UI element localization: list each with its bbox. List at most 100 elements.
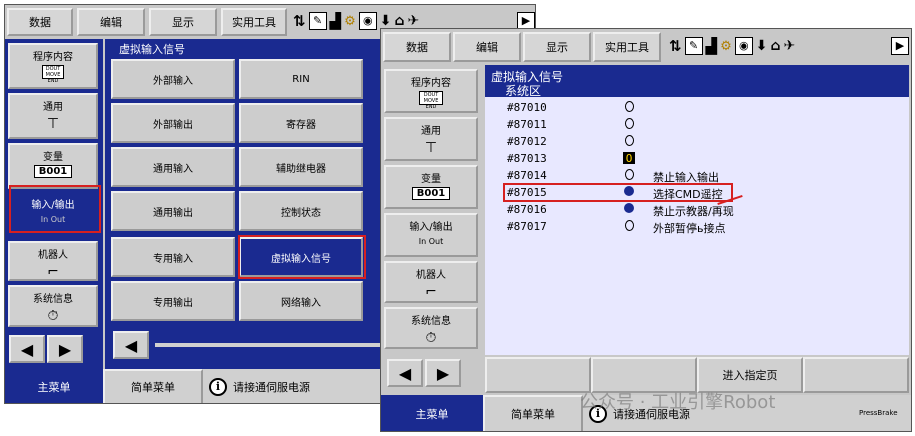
signal-cursor-indicator: O xyxy=(623,152,635,165)
front-simple-menu-button[interactable]: 简单菜单 xyxy=(483,395,583,431)
program-content-icon: DOUT MOVE END xyxy=(419,91,443,110)
menu-data[interactable]: 数据 xyxy=(383,32,451,62)
signal-off-indicator xyxy=(623,118,635,130)
coordinate-icon: ⇅ xyxy=(669,37,682,55)
menu-display[interactable]: 显示 xyxy=(523,32,591,62)
page-left-button[interactable]: ◀ xyxy=(387,359,423,387)
grid-rin[interactable]: RIN xyxy=(239,59,363,99)
grid-scroll-left-button[interactable]: ◀ xyxy=(113,331,149,359)
func-key-4[interactable] xyxy=(803,357,909,393)
signal-row[interactable]: #87013 O xyxy=(485,152,909,168)
chart-icon: ▟ xyxy=(329,12,342,30)
menu-utility[interactable]: 实用工具 xyxy=(221,8,287,36)
signal-row[interactable]: #87017 外部暂停ь接点 xyxy=(485,220,909,236)
system-info-icon: ⏱ xyxy=(425,330,437,346)
variable-icon: B001 xyxy=(33,165,73,178)
back-main-menu-button[interactable]: 主菜单 xyxy=(5,369,103,403)
info-icon: i xyxy=(209,378,227,396)
front-main-menu-button[interactable]: 主菜单 xyxy=(381,395,483,431)
grid-external-output[interactable]: 外部输出 xyxy=(111,103,235,143)
signal-row[interactable]: #87010 xyxy=(485,101,909,117)
signal-address: #87010 xyxy=(507,101,547,114)
stop-icon: ⬇ xyxy=(755,38,768,54)
page-right-button[interactable]: ▶ xyxy=(425,359,461,387)
side-label: 机器人 xyxy=(416,270,446,281)
signal-subtitle: 系统区 xyxy=(505,84,542,98)
func-key-1[interactable] xyxy=(485,357,591,393)
front-top-menu: 数据 编辑 显示 实用工具 ⇅ ✎ ▟ ⚙ ◉ ⬇ ⌂ ✈ ▶ xyxy=(381,29,911,65)
watermark: 公众号 · 工业引擎Robot xyxy=(580,392,776,413)
grid-register[interactable]: 寄存器 xyxy=(239,103,363,143)
side-general[interactable]: 通用 ⊤ xyxy=(384,117,478,161)
speed-icon: ⚙ xyxy=(344,13,356,29)
front-pendant-panel: 数据 编辑 显示 实用工具 ⇅ ✎ ▟ ⚙ ◉ ⬇ ⌂ ✈ ▶ 程序内容 DOU… xyxy=(380,28,912,432)
back-header: 虚拟输入信号 xyxy=(119,43,185,56)
signal-address: #87011 xyxy=(507,118,547,131)
signal-off-indicator xyxy=(623,135,635,147)
menu-data[interactable]: 数据 xyxy=(7,8,73,36)
grid-special-input[interactable]: 专用输入 xyxy=(111,237,235,277)
play-indicator-icon: ▶ xyxy=(891,37,909,55)
variable-icon: B001 xyxy=(411,187,451,200)
side-system-info[interactable]: 系统信息 ⏱ xyxy=(8,285,98,327)
menu-utility[interactable]: 实用工具 xyxy=(593,32,661,62)
pressbrake-tag: PressBrake xyxy=(859,409,898,417)
side-variable[interactable]: 变量 B001 xyxy=(8,143,98,189)
grid-general-output[interactable]: 通用输出 xyxy=(111,191,235,231)
back-message: 请接通伺服电源 xyxy=(233,381,310,394)
menu-edit[interactable]: 编辑 xyxy=(453,32,521,62)
page-left-button[interactable]: ◀ xyxy=(9,335,45,363)
front-page-arrows: ◀ ▶ xyxy=(387,359,461,387)
side-label: 程序内容 xyxy=(411,78,451,89)
cmd-remote-highlight xyxy=(503,183,733,202)
servo-icon: ◉ xyxy=(734,37,753,55)
side-label: 输入/输出 xyxy=(409,222,453,233)
side-label: 系统信息 xyxy=(33,294,73,305)
side-program-content[interactable]: 程序内容 DOUT MOVE END xyxy=(384,69,478,113)
side-label: 通用 xyxy=(421,126,441,137)
tool-icon: ⊤ xyxy=(424,140,438,156)
side-robot[interactable]: 机器人 ⌐ xyxy=(384,261,478,303)
virtual-input-highlight xyxy=(238,235,366,279)
signal-off-indicator xyxy=(623,169,635,181)
servo-icon: ◉ xyxy=(358,12,377,30)
chart-icon: ▟ xyxy=(705,37,718,55)
side-general[interactable]: 通用 ⊤ xyxy=(8,93,98,139)
signal-row[interactable]: #87011 xyxy=(485,118,909,134)
side-system-info[interactable]: 系统信息 ⏱ xyxy=(384,307,478,349)
robot-mode-icon: ⌂ xyxy=(394,13,405,29)
back-simple-menu-button[interactable]: 简单菜单 xyxy=(103,369,203,403)
side-label: 通用 xyxy=(43,102,63,113)
program-content-icon: DOUT MOVE END xyxy=(42,65,64,84)
grid-external-input[interactable]: 外部输入 xyxy=(111,59,235,99)
tool-icon: ⊤ xyxy=(46,116,60,132)
robot-icon: ⌐ xyxy=(47,264,59,280)
page-right-button[interactable]: ▶ xyxy=(47,335,83,363)
robot-icon: ⌐ xyxy=(425,284,437,300)
signal-address: #87013 xyxy=(507,152,547,165)
signal-description: 禁止示教器/再现 xyxy=(653,205,734,218)
grid-control-status[interactable]: 控制状态 xyxy=(239,191,363,231)
front-sidebar: 程序内容 DOUT MOVE END 通用 ⊤ 变量 B001 输入/输出 In… xyxy=(381,65,483,393)
side-program-content[interactable]: 程序内容 DOUT MOVE END xyxy=(8,43,98,89)
grid-general-input[interactable]: 通用输入 xyxy=(111,147,235,187)
io-highlight xyxy=(9,185,101,233)
robot-mode-icon: ⌂ xyxy=(770,38,781,54)
side-variable[interactable]: 变量 B001 xyxy=(384,165,478,209)
edit-icon: ✎ xyxy=(684,37,703,55)
back-page-arrows: ◀ ▶ xyxy=(9,335,83,363)
signal-row[interactable]: #87012 xyxy=(485,135,909,151)
edit-icon: ✎ xyxy=(308,12,327,30)
io-icon: In Out xyxy=(418,237,444,246)
side-robot[interactable]: 机器人 ⌐ xyxy=(8,241,98,281)
grid-aux-relay[interactable]: 辅助继电器 xyxy=(239,147,363,187)
signal-row[interactable]: #87016 禁止示教器/再现 xyxy=(485,203,909,219)
side-io[interactable]: 输入/输出 In Out xyxy=(384,213,478,257)
signal-address: #87016 xyxy=(507,203,547,216)
grid-network-input[interactable]: 网络输入 xyxy=(239,281,363,321)
menu-display[interactable]: 显示 xyxy=(149,8,217,36)
menu-edit[interactable]: 编辑 xyxy=(77,8,145,36)
side-label: 变量 xyxy=(421,174,441,185)
grid-special-output[interactable]: 专用输出 xyxy=(111,281,235,321)
coordinate-icon: ⇅ xyxy=(293,12,306,30)
